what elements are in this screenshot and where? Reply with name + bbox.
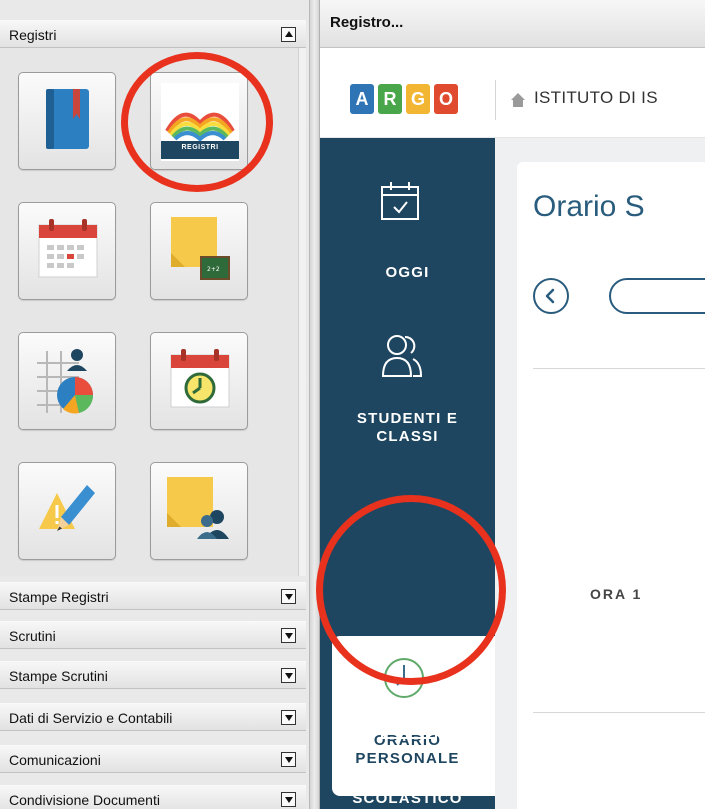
expand-icon[interactable] bbox=[281, 668, 296, 683]
argo-topbar: A R G O ISTITUTO DI IS bbox=[320, 62, 705, 138]
accordion-header-dati-servizio[interactable]: Dati di Servizio e Contabili bbox=[0, 703, 306, 731]
svg-text:2+2: 2+2 bbox=[207, 266, 220, 273]
book-icon bbox=[46, 89, 89, 149]
argo-logo-letter: O bbox=[434, 84, 458, 114]
accordion-label: Dati di Servizio e Contabili bbox=[9, 710, 173, 726]
side-navigation: OGGI STUDENTI E CLASSI ORARIO PERSONALE bbox=[320, 138, 507, 809]
institute-name[interactable]: ISTITUTO DI IS bbox=[534, 88, 658, 108]
argo-logo-letter: G bbox=[406, 84, 430, 114]
accordion-header-comunicazioni[interactable]: Comunicazioni bbox=[0, 745, 306, 773]
tile-notes-blackboard[interactable]: 2+2 bbox=[150, 202, 248, 300]
warning-pencil-icon bbox=[39, 485, 95, 531]
argo-logo-letter: R bbox=[378, 84, 402, 114]
notes-users-icon bbox=[167, 477, 229, 539]
argo-logo-letter: A bbox=[350, 84, 374, 114]
divider bbox=[533, 712, 705, 713]
panel-splitter[interactable] bbox=[310, 0, 320, 809]
nav-label-oggi: OGGI bbox=[385, 264, 430, 281]
registri-app-icon bbox=[161, 83, 239, 161]
tile-warning-pencil[interactable] bbox=[18, 462, 116, 560]
accordion-label: Stampe Scrutini bbox=[9, 668, 108, 684]
expand-icon[interactable] bbox=[281, 589, 296, 604]
accordion-header-stampe-registri[interactable]: Stampe Registri bbox=[0, 582, 306, 610]
tile-book[interactable] bbox=[18, 72, 116, 170]
previous-button[interactable] bbox=[533, 278, 569, 314]
tile-chart-user[interactable] bbox=[18, 332, 116, 430]
home-icon[interactable] bbox=[510, 92, 526, 108]
calendar-clock-icon bbox=[170, 349, 230, 408]
registri-icon-grid: REGISTRI 2+2 bbox=[0, 48, 298, 576]
expand-icon[interactable] bbox=[281, 792, 296, 807]
notes-blackboard-icon: 2+2 bbox=[171, 217, 230, 280]
accordion-label: Registri bbox=[9, 27, 57, 43]
accordion-label: Stampe Registri bbox=[9, 589, 109, 605]
chevron-left-icon bbox=[545, 288, 555, 304]
accordion-header-scrutini[interactable]: Scrutini bbox=[0, 621, 306, 649]
chart-user-icon bbox=[37, 349, 94, 414]
nav-label-studenti: STUDENTI E bbox=[356, 410, 459, 427]
ora-label: ORA 1 bbox=[590, 586, 643, 602]
users-icon bbox=[381, 335, 423, 377]
collapse-icon[interactable] bbox=[281, 27, 296, 42]
registro-header: Registro... bbox=[320, 0, 705, 48]
calendar-check-icon bbox=[381, 182, 419, 220]
accordion-label: Comunicazioni bbox=[9, 752, 101, 768]
main-content: Orario S ORA 1 bbox=[495, 138, 705, 809]
nav-label-programma: PROGRAMMA bbox=[351, 772, 464, 789]
nav-item-programma-scolastico[interactable]: PROGRAMMA SCOLASTICO bbox=[320, 678, 495, 809]
left-accordion-panel: Registri REGISTRI 2+2 Stampe Registri Sc… bbox=[0, 0, 310, 809]
topbar-divider bbox=[495, 80, 496, 120]
icon-grid-scrollbar[interactable] bbox=[298, 48, 306, 576]
accordion-label: Condivisione Documenti bbox=[9, 792, 160, 808]
tile-calendar-clock[interactable] bbox=[150, 332, 248, 430]
calendar-icon bbox=[38, 219, 98, 278]
open-book-icon bbox=[381, 699, 437, 741]
nav-item-oggi[interactable]: OGGI bbox=[320, 138, 495, 298]
expand-icon[interactable] bbox=[281, 710, 296, 725]
expand-icon[interactable] bbox=[281, 628, 296, 643]
tile-registri[interactable]: REGISTRI bbox=[150, 72, 248, 170]
accordion-label: Scrutini bbox=[9, 628, 56, 644]
registro-panel: Registro... A R G O ISTITUTO DI IS OGGI bbox=[320, 0, 705, 809]
nav-label-classi: CLASSI bbox=[376, 428, 439, 445]
tile-notes-users[interactable] bbox=[150, 462, 248, 560]
tile-calendar[interactable] bbox=[18, 202, 116, 300]
period-selector[interactable] bbox=[609, 278, 705, 314]
divider bbox=[533, 368, 705, 369]
nav-item-studenti-classi[interactable]: STUDENTI E CLASSI bbox=[320, 318, 495, 468]
page-title: Orario S bbox=[533, 190, 645, 223]
registri-badge-label: REGISTRI bbox=[181, 144, 219, 151]
accordion-header-condivisione-documenti[interactable]: Condivisione Documenti bbox=[0, 785, 306, 809]
registro-title: Registro... bbox=[330, 14, 404, 31]
expand-icon[interactable] bbox=[281, 752, 296, 767]
accordion-header-registri[interactable]: Registri bbox=[0, 20, 306, 48]
nav-label-scolastico: SCOLASTICO bbox=[352, 790, 463, 807]
accordion-header-stampe-scrutini[interactable]: Stampe Scrutini bbox=[0, 661, 306, 689]
